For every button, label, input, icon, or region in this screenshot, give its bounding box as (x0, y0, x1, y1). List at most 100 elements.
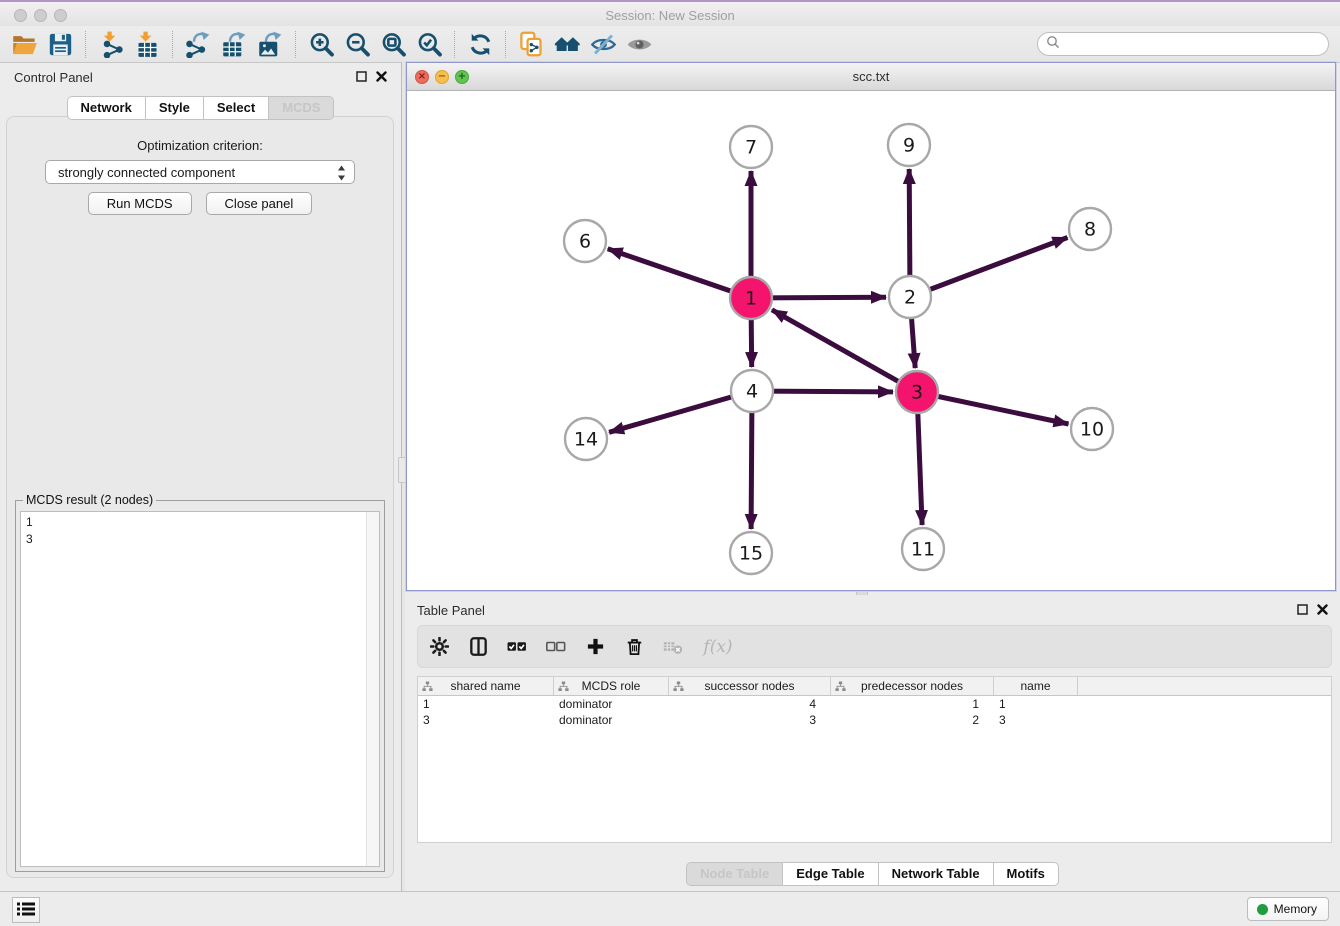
graph-edge-4-14[interactable] (609, 391, 752, 432)
svg-text:15: 15 (739, 543, 763, 565)
table-cell[interactable]: 1 (831, 697, 994, 711)
zoom-in-icon[interactable] (303, 29, 339, 60)
column-header-predecessor-nodes[interactable]: predecessor nodes (831, 677, 994, 695)
mcds-result-list[interactable]: 13 (20, 511, 380, 867)
open-session-icon[interactable] (6, 29, 42, 60)
zoom-selected-icon[interactable] (411, 29, 447, 60)
control-panel-title: Control Panel (14, 70, 93, 85)
tab-style[interactable]: Style (145, 96, 203, 120)
tab-select[interactable]: Select (203, 96, 268, 120)
search-box[interactable] (1037, 32, 1329, 56)
table-cell[interactable]: 1 (418, 697, 554, 711)
close-panel-icon[interactable] (376, 71, 387, 82)
svg-text:14: 14 (574, 429, 598, 451)
toggle-column-panel-icon[interactable] (467, 635, 489, 659)
tab-network-table[interactable]: Network Table (878, 862, 993, 886)
graph-node-6[interactable]: 6 (564, 220, 606, 262)
graph-node-10[interactable]: 10 (1071, 408, 1113, 450)
graph-node-15[interactable]: 15 (730, 532, 772, 574)
main-toolbar (0, 26, 1340, 63)
table-cell[interactable]: 3 (994, 713, 1078, 727)
network-window-titlebar[interactable]: × − + scc.txt (407, 63, 1335, 91)
tab-mcds[interactable]: MCDS (268, 96, 334, 120)
delete-column-icon[interactable] (623, 635, 645, 659)
network-close-button[interactable]: × (415, 70, 429, 84)
show-graphics-details-icon[interactable] (621, 29, 657, 60)
table-toolbar: f(x) (417, 625, 1332, 668)
graph-node-8[interactable]: 8 (1069, 208, 1111, 250)
export-table-icon[interactable] (216, 29, 252, 60)
table-row[interactable]: 3dominator323 (418, 712, 1331, 728)
graph-node-3[interactable]: 3 (896, 371, 938, 413)
close-table-panel-icon[interactable] (1317, 604, 1328, 615)
mcds-result-line: 1 (26, 514, 363, 531)
save-session-icon[interactable] (42, 29, 78, 60)
table-cell[interactable]: 4 (669, 697, 831, 711)
zoom-fit-icon[interactable] (375, 29, 411, 60)
toolbar-separator (505, 31, 506, 58)
network-maximize-button[interactable]: + (455, 70, 469, 84)
toolbar-separator (85, 31, 86, 58)
graph-node-2[interactable]: 2 (889, 276, 931, 318)
graph-edge-3-1[interactable] (772, 310, 917, 392)
hide-graphics-details-icon[interactable] (585, 29, 621, 60)
float-table-panel-icon[interactable] (1297, 604, 1308, 615)
float-panel-icon[interactable] (356, 71, 367, 82)
home-network-icon[interactable] (549, 29, 585, 60)
import-network-icon[interactable] (93, 29, 129, 60)
toolbar-separator (295, 31, 296, 58)
import-table-icon[interactable] (129, 29, 165, 60)
network-canvas[interactable]: 7 9 6 8 1 2 4 3 14 10 15 11 (407, 91, 1335, 590)
graph-node-7[interactable]: 7 (730, 126, 772, 168)
tab-network[interactable]: Network (67, 96, 145, 120)
column-header-successor-nodes[interactable]: successor nodes (669, 677, 831, 695)
search-input[interactable] (1065, 37, 1320, 51)
run-mcds-button[interactable]: Run MCDS (88, 192, 192, 215)
svg-text:8: 8 (1084, 219, 1096, 241)
graph-node-4[interactable]: 4 (731, 370, 773, 412)
column-header-mcds-role[interactable]: MCDS role (554, 677, 669, 695)
graph-edge-1-6[interactable] (608, 249, 751, 298)
column-header-name[interactable]: name (994, 677, 1078, 695)
mcds-result-box: MCDS result (2 nodes) 13 (15, 493, 385, 872)
tab-edge-table[interactable]: Edge Table (782, 862, 877, 886)
mcds-panel: Optimization criterion: strongly connect… (6, 116, 394, 878)
network-minimize-button[interactable]: − (435, 70, 449, 84)
table-cell[interactable]: 2 (831, 713, 994, 727)
export-image-icon[interactable] (252, 29, 288, 60)
graph-node-1[interactable]: 1 (730, 277, 772, 319)
zoom-out-icon[interactable] (339, 29, 375, 60)
graph-node-14[interactable]: 14 (565, 418, 607, 460)
task-history-button[interactable] (12, 897, 40, 923)
criterion-dropdown[interactable]: strongly connected component (45, 160, 355, 184)
add-column-icon[interactable] (584, 635, 606, 659)
tab-motifs[interactable]: Motifs (993, 862, 1059, 886)
table-panel-title: Table Panel (417, 603, 485, 618)
table-cell[interactable]: 3 (669, 713, 831, 727)
close-panel-button[interactable]: Close panel (206, 192, 313, 215)
table-cell[interactable]: 3 (418, 713, 554, 727)
deselect-all-rows-icon[interactable] (545, 635, 567, 659)
tab-node-table[interactable]: Node Table (686, 862, 782, 886)
mcds-result-line: 3 (26, 531, 363, 548)
export-network-icon[interactable] (180, 29, 216, 60)
table-cell[interactable]: dominator (554, 697, 669, 711)
graph-edge-2-8[interactable] (910, 238, 1068, 298)
result-scrollbar[interactable] (366, 512, 379, 866)
select-all-rows-icon[interactable] (506, 635, 528, 659)
column-header-shared-name[interactable]: shared name (418, 677, 554, 695)
table-row[interactable]: 1dominator411 (418, 696, 1331, 712)
toolbar-separator (172, 31, 173, 58)
graph-node-9[interactable]: 9 (888, 124, 930, 166)
table-cell[interactable]: 1 (994, 697, 1078, 711)
window-title: Session: New Session (0, 8, 1340, 23)
table-cell[interactable]: dominator (554, 713, 669, 727)
graph-node-11[interactable]: 11 (902, 528, 944, 570)
memory-button[interactable]: Memory (1247, 897, 1329, 921)
refresh-view-icon[interactable] (462, 29, 498, 60)
graph-edge-3-10[interactable] (917, 392, 1069, 424)
mcds-result-title: MCDS result (2 nodes) (23, 493, 156, 507)
table-settings-gear-icon[interactable] (428, 635, 450, 659)
ndex-share-icon[interactable] (513, 29, 549, 60)
table-header-row: shared nameMCDS rolesuccessor nodesprede… (418, 677, 1331, 696)
